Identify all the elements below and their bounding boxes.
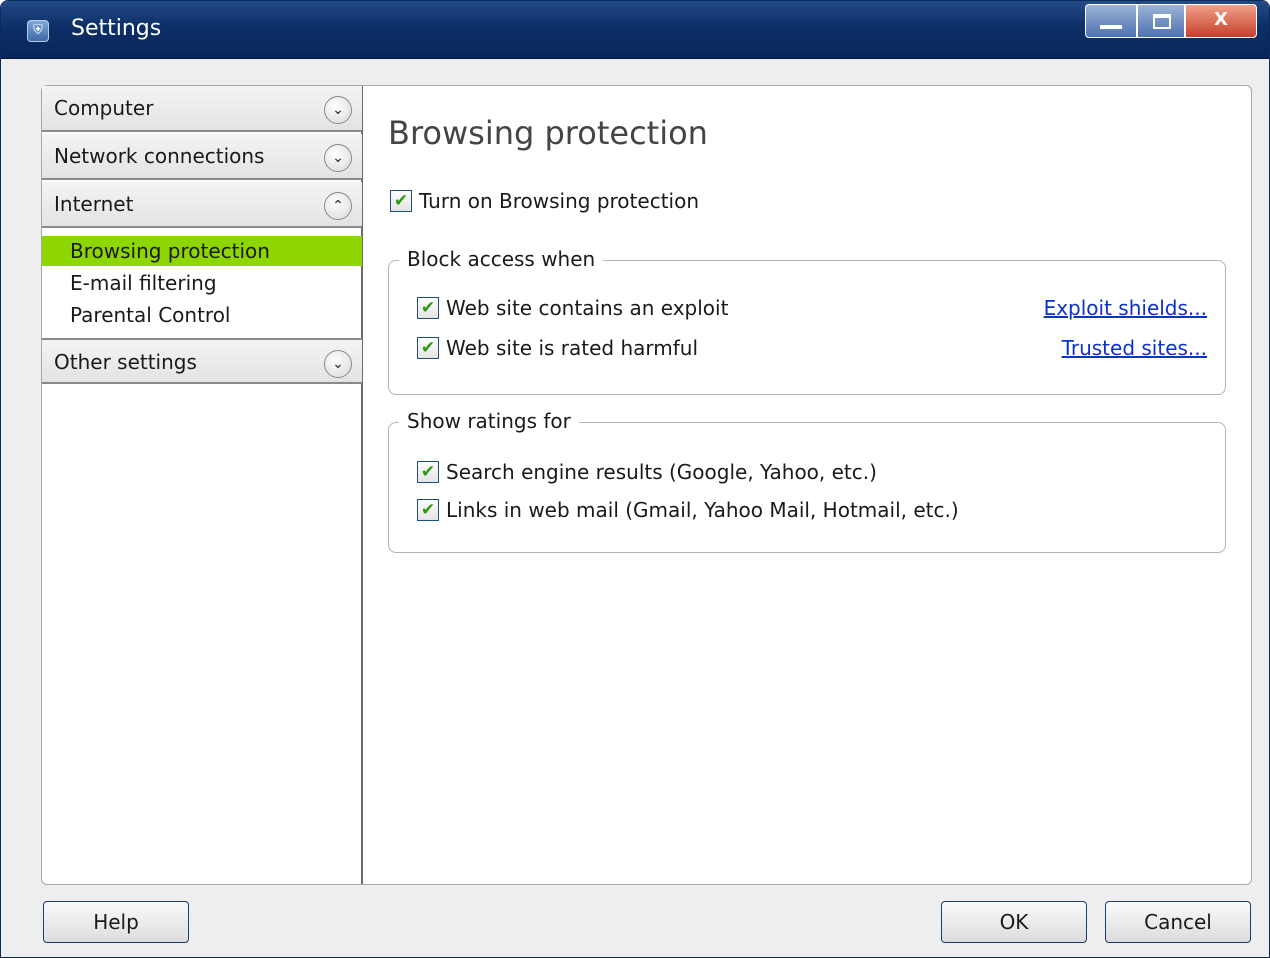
group-title: Block access when — [399, 245, 604, 273]
sidebar-item-label: E-mail filtering — [70, 271, 217, 295]
turn-on-browsing-protection-label: Turn on Browsing protection — [419, 189, 699, 213]
group-title: Show ratings for — [399, 407, 579, 435]
exploit-shields-link[interactable]: Exploit shields... — [1044, 296, 1207, 320]
sidebar-item-parental-control[interactable]: Parental Control — [42, 300, 362, 330]
close-icon: X — [1214, 9, 1228, 30]
sidebar-item-label: Parental Control — [70, 303, 231, 327]
harmful-checkbox[interactable]: ✔ — [417, 337, 439, 359]
settings-content: Browsing protection ✔ Turn on Browsing p… — [388, 86, 1248, 884]
page-title: Browsing protection — [388, 114, 708, 152]
title-bar[interactable]: ⛨ Settings X — [1, 1, 1269, 59]
sidebar-item-email-filtering[interactable]: E-mail filtering — [42, 268, 362, 298]
sidebar-section-label: Other settings — [54, 350, 197, 374]
sidebar-item-browsing-protection[interactable]: Browsing protection — [42, 236, 362, 266]
settings-sidebar: Computer ⌄ Network connections ⌄ Interne… — [42, 86, 363, 884]
ok-button[interactable]: OK — [941, 901, 1087, 943]
sidebar-section-label: Computer — [54, 96, 154, 120]
search-engine-results-checkbox[interactable]: ✔ — [417, 461, 439, 483]
sidebar-section-network-connections[interactable]: Network connections ⌄ — [42, 134, 362, 180]
sidebar-item-label: Browsing protection — [70, 239, 270, 263]
cancel-button[interactable]: Cancel — [1105, 901, 1251, 943]
settings-window: ⛨ Settings X Computer ⌄ Network connecti… — [0, 0, 1270, 958]
sidebar-section-label: Internet — [54, 192, 134, 216]
minimize-button[interactable] — [1085, 4, 1137, 38]
sidebar-section-label: Network connections — [54, 144, 265, 168]
close-button[interactable]: X — [1185, 4, 1257, 38]
chevron-down-icon[interactable]: ⌄ — [324, 350, 352, 378]
turn-on-browsing-protection-checkbox[interactable]: ✔ — [390, 190, 412, 212]
harmful-label: Web site is rated harmful — [446, 336, 699, 360]
block-access-group: Block access when ✔ Web site contains an… — [388, 245, 1226, 395]
trusted-sites-link[interactable]: Trusted sites... — [1062, 336, 1207, 360]
chevron-down-icon[interactable]: ⌄ — [324, 96, 352, 124]
maximize-button[interactable] — [1137, 4, 1185, 38]
window-title: Settings — [71, 16, 162, 41]
chevron-down-icon[interactable]: ⌄ — [324, 144, 352, 172]
help-button[interactable]: Help — [43, 901, 189, 943]
exploit-checkbox[interactable]: ✔ — [417, 297, 439, 319]
exploit-label: Web site contains an exploit — [446, 296, 729, 320]
settings-panel: Computer ⌄ Network connections ⌄ Interne… — [41, 85, 1252, 885]
web-mail-links-checkbox[interactable]: ✔ — [417, 499, 439, 521]
web-mail-links-label: Links in web mail (Gmail, Yahoo Mail, Ho… — [446, 498, 959, 522]
minimize-icon — [1100, 25, 1122, 29]
sidebar-section-computer[interactable]: Computer ⌄ — [42, 86, 362, 132]
chevron-up-icon[interactable]: ⌃ — [324, 192, 352, 220]
search-engine-results-label: Search engine results (Google, Yahoo, et… — [446, 460, 877, 484]
sidebar-section-other-settings[interactable]: Other settings ⌄ — [42, 338, 362, 384]
show-ratings-group: Show ratings for ✔ Search engine results… — [388, 407, 1226, 553]
app-shield-icon: ⛨ — [27, 20, 49, 42]
sidebar-section-internet[interactable]: Internet ⌃ — [42, 182, 362, 228]
maximize-icon — [1153, 14, 1171, 29]
